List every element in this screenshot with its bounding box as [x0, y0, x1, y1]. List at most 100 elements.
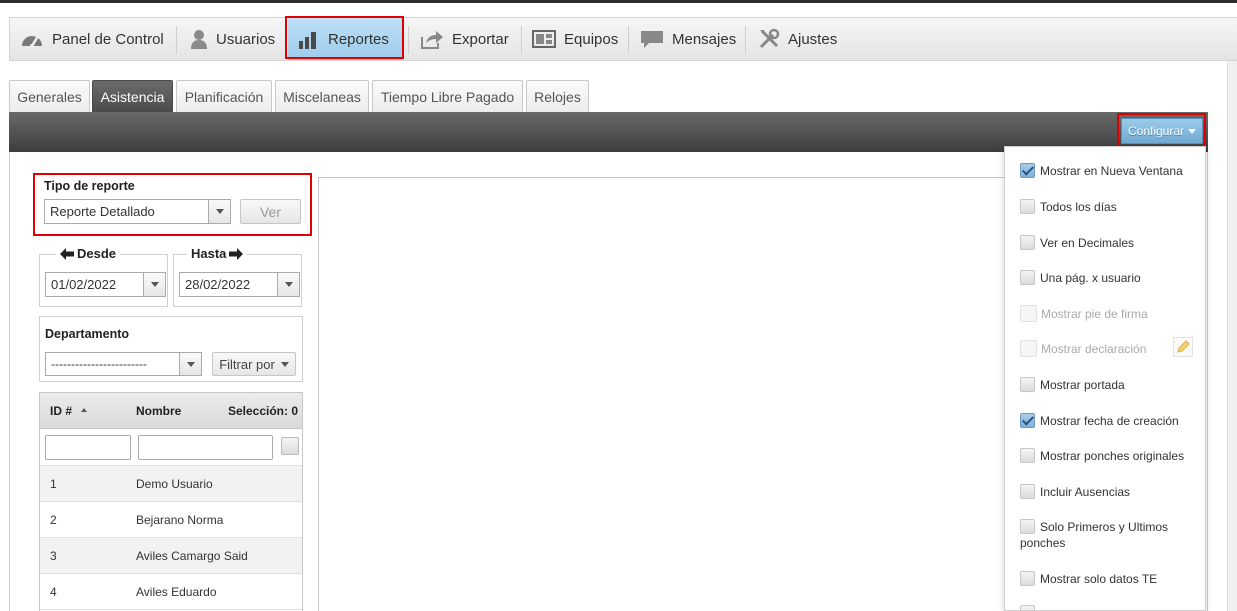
- tab-generales[interactable]: Generales: [9, 80, 90, 113]
- menu-item-ponches-originales[interactable]: Mostrar ponches originales: [1020, 448, 1200, 464]
- menu-item-label: Mostrar fecha de creación: [1040, 414, 1179, 428]
- table-row[interactable]: 4 Aviles Eduardo: [40, 574, 302, 610]
- chevron-down-icon[interactable]: [208, 200, 230, 223]
- menu-item-incluir-ausencias[interactable]: Incluir Ausencias: [1020, 484, 1200, 500]
- arrow-left-icon: [60, 247, 74, 260]
- id-filter-input[interactable]: [45, 435, 131, 460]
- nav-equipos[interactable]: Equipos: [522, 18, 627, 60]
- menu-item-portada[interactable]: Mostrar portada: [1020, 377, 1200, 393]
- tab-label: Miscelaneas: [283, 89, 361, 105]
- table-row[interactable]: 3 Aviles Camargo Said: [40, 538, 302, 574]
- main-nav: Panel de Control Usuarios Reportes Expor…: [9, 17, 1237, 61]
- select-all-checkbox[interactable]: [281, 437, 299, 455]
- checkbox[interactable]: [1020, 377, 1035, 392]
- tab-miscelaneas[interactable]: Miscelaneas: [275, 80, 369, 113]
- from-date-input[interactable]: 01/02/2022: [45, 272, 166, 297]
- table-row[interactable]: 1 Demo Usuario: [40, 466, 302, 502]
- menu-item-label: Mostrar solo datos TE: [1040, 572, 1158, 586]
- nav-label: Reportes: [328, 30, 389, 48]
- report-type-select[interactable]: Reporte Detallado: [44, 199, 231, 224]
- filter-label: Filtrar por: [219, 356, 275, 372]
- grid-filter-row: [40, 429, 302, 466]
- nav-panel-de-control[interactable]: Panel de Control: [10, 18, 175, 60]
- menu-item-nueva-ventana[interactable]: Mostrar en Nueva Ventana: [1020, 163, 1200, 179]
- row-name: Bejarano Norma: [136, 513, 224, 527]
- menu-item-label: Una pág. x usuario: [1040, 271, 1141, 285]
- row-name: Aviles Eduardo: [136, 585, 217, 599]
- users-grid: ID # Nombre Selección: 0 1 Demo Usuario …: [39, 392, 303, 611]
- grid-header: ID # Nombre Selección: 0: [40, 393, 302, 429]
- menu-item-una-pag[interactable]: Una pág. x usuario: [1020, 270, 1200, 286]
- caret-down-icon: [280, 361, 289, 367]
- nav-label: Ajustes: [788, 30, 838, 48]
- checkbox: [1020, 340, 1037, 357]
- table-row[interactable]: 2 Bejarano Norma: [40, 502, 302, 538]
- tab-asistencia[interactable]: Asistencia: [92, 80, 173, 113]
- department-label: Departamento: [45, 327, 130, 341]
- name-filter-input[interactable]: [138, 435, 273, 460]
- configure-button[interactable]: Configurar: [1121, 118, 1203, 144]
- view-label: Ver: [259, 203, 281, 220]
- row-id: 2: [50, 513, 57, 527]
- row-id: 1: [50, 477, 57, 491]
- checkbox[interactable]: [1020, 413, 1035, 428]
- tab-label: Asistencia: [100, 89, 165, 105]
- col-name-header[interactable]: Nombre: [136, 404, 181, 418]
- tab-planificacion[interactable]: Planificación: [176, 80, 272, 113]
- row-name: Aviles Camargo Said: [136, 549, 248, 563]
- from-value: 01/02/2022: [51, 277, 117, 292]
- edit-icon[interactable]: [1173, 337, 1193, 357]
- chevron-down-icon[interactable]: [179, 353, 201, 375]
- configure-label: Configurar: [1127, 124, 1185, 138]
- tab-tiempo-libre-pagado[interactable]: Tiempo Libre Pagado: [372, 80, 523, 113]
- menu-item-label: Ver en Decimales: [1040, 236, 1135, 250]
- checkbox[interactable]: [1020, 235, 1035, 250]
- checkbox[interactable]: [1020, 605, 1035, 610]
- department-select[interactable]: ------------------------: [45, 352, 202, 376]
- arrow-right-icon: [229, 247, 244, 260]
- configure-menu: Mostrar en Nueva Ventana Todos los días …: [1004, 146, 1206, 611]
- nav-ajustes[interactable]: Ajustes: [748, 18, 848, 60]
- menu-item-label: Mostrar portada: [1040, 378, 1125, 392]
- col-id-header[interactable]: ID #: [50, 404, 88, 418]
- row-id: 4: [50, 585, 57, 599]
- row-id: 3: [50, 549, 57, 563]
- filter-by-button[interactable]: Filtrar por: [212, 352, 296, 376]
- menu-item-label: Mostrar ponches originales: [1040, 449, 1185, 463]
- nav-mensajes[interactable]: Mensajes: [630, 18, 745, 60]
- menu-item-label: Incluir Ausencias: [1040, 485, 1131, 499]
- menu-item-label: Mostrar pie de firma: [1041, 307, 1148, 321]
- tab-relojes[interactable]: Relojes: [526, 80, 589, 113]
- report-type-label: Tipo de reporte: [44, 179, 135, 193]
- col-id-label: ID #: [50, 404, 73, 418]
- chevron-down-icon[interactable]: [143, 273, 165, 296]
- menu-item-todos-los-dias[interactable]: Todos los días: [1020, 199, 1200, 215]
- checkbox[interactable]: [1020, 484, 1035, 499]
- checkbox[interactable]: [1020, 163, 1035, 178]
- menu-item-ver-decimales[interactable]: Ver en Decimales: [1020, 235, 1200, 251]
- menu-item-fecha-creacion[interactable]: Mostrar fecha de creación: [1020, 413, 1200, 429]
- nav-reportes[interactable]: Reportes: [288, 18, 402, 60]
- nav-usuarios[interactable]: Usuarios: [180, 18, 285, 60]
- department-value: ------------------------: [51, 357, 147, 371]
- checkbox[interactable]: [1020, 199, 1035, 214]
- sort-asc-icon: [81, 408, 88, 412]
- tab-label: Relojes: [534, 89, 581, 105]
- nav-exportar[interactable]: Exportar: [410, 18, 520, 60]
- menu-item-primeros-ultimos[interactable]: Solo Primeros y Ultimos ponches: [1020, 519, 1200, 551]
- chevron-down-icon[interactable]: [277, 273, 299, 296]
- view-button[interactable]: Ver: [240, 199, 301, 224]
- nav-label: Equipos: [564, 30, 619, 48]
- checkbox: [1020, 305, 1037, 322]
- to-date-legend: Hasta: [187, 246, 248, 261]
- to-date-input[interactable]: 28/02/2022: [179, 272, 300, 297]
- to-label: Hasta: [191, 246, 227, 261]
- checkbox[interactable]: [1020, 270, 1035, 285]
- menu-item-solo-datos-te[interactable]: Mostrar solo datos TE: [1020, 571, 1200, 587]
- menu-item-label: Mostrar en Nueva Ventana: [1040, 164, 1183, 178]
- report-preview-frame: [318, 177, 1018, 611]
- checkbox[interactable]: [1020, 571, 1035, 586]
- bar-chart-icon: [299, 32, 316, 49]
- checkbox[interactable]: [1020, 519, 1035, 534]
- checkbox[interactable]: [1020, 448, 1035, 463]
